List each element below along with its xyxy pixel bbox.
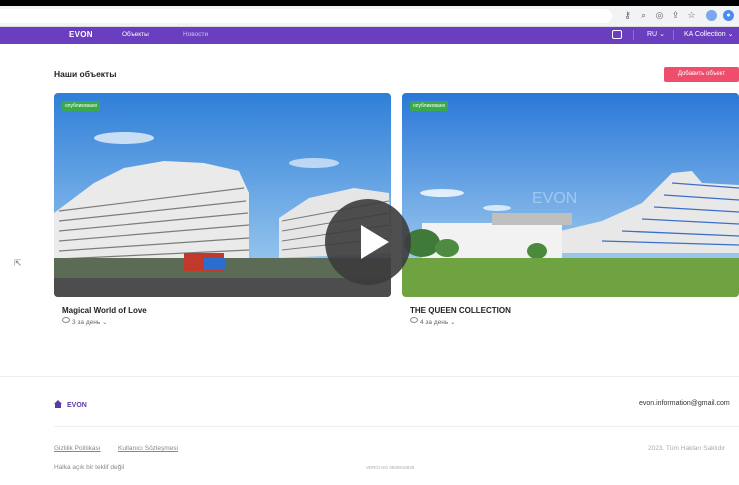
share-icon[interactable]: ⇪ [669,9,682,22]
privacy-policy-link[interactable]: Gizlilik Politikası [54,445,101,452]
page-title: Наши объекты [54,69,117,79]
chat-icon[interactable] [612,30,622,39]
video-play-button[interactable] [325,199,411,285]
footer-divider [54,426,739,427]
browser-toolbar: ⚷ ⌕ ◎ ⇪ ☆ ● [0,6,739,27]
language-label: RU [647,31,658,38]
nav-link-news[interactable]: Новости [183,31,208,38]
language-select[interactable]: RU ⌄ [647,30,665,38]
watermark-text: EVON [532,190,577,207]
views-label: 4 за день [420,319,449,326]
profile-icon[interactable]: ● [723,10,734,21]
nav-divider [633,30,634,40]
user-menu[interactable]: KA Collection ⌄ [684,30,733,38]
object-views[interactable]: 4 за день ⌄ [410,317,455,326]
eye-icon [62,317,70,323]
offer-disclaimer: Halka açık bir teklif değil [54,464,125,471]
user-agreement-link[interactable]: Kullanıcı Sözleşmesi [118,445,178,452]
tax-number: VERGI NO 3830916835 [366,465,415,470]
status-badge: опубликовано [410,101,449,111]
add-object-button[interactable]: Добавить объект [664,67,739,82]
user-name: KA Collection [684,31,726,38]
nav-logo[interactable]: EVON [69,30,93,39]
home-icon [54,400,62,408]
nav-divider [673,30,674,40]
star-icon[interactable]: ☆ [685,9,698,22]
footer-logo-text: EVON [67,402,87,409]
nav-link-objects[interactable]: Объекты [122,31,149,38]
copyright-text: 2023. Tüm Hakları Saklıdır [648,445,726,452]
zoom-icon[interactable]: ⌕ [637,9,650,22]
footer-logo[interactable]: EVON [54,400,87,409]
footer-divider [0,376,739,377]
cursor-icon: ⇱ [14,258,22,268]
eye-off-icon[interactable]: ◎ [653,9,666,22]
extension-icon[interactable] [706,10,717,21]
building-photo-2: EVON [402,93,739,297]
object-views[interactable]: 3 за день ⌄ [62,317,107,326]
top-navbar: EVON Объекты Новости RU ⌄ KA Collection … [0,27,739,44]
address-bar[interactable] [0,9,612,23]
object-card-image[interactable]: EVON опубликовано [402,93,739,297]
footer-email[interactable]: evon.information@gmail.com [639,400,730,407]
eye-icon [410,317,418,323]
play-icon [361,225,389,259]
status-badge: опубликовано [62,101,101,111]
object-title[interactable]: Magical World of Love [62,306,147,315]
views-label: 3 за день [72,319,101,326]
object-title[interactable]: THE QUEEN COLLECTION [410,306,511,315]
key-icon[interactable]: ⚷ [621,9,634,22]
